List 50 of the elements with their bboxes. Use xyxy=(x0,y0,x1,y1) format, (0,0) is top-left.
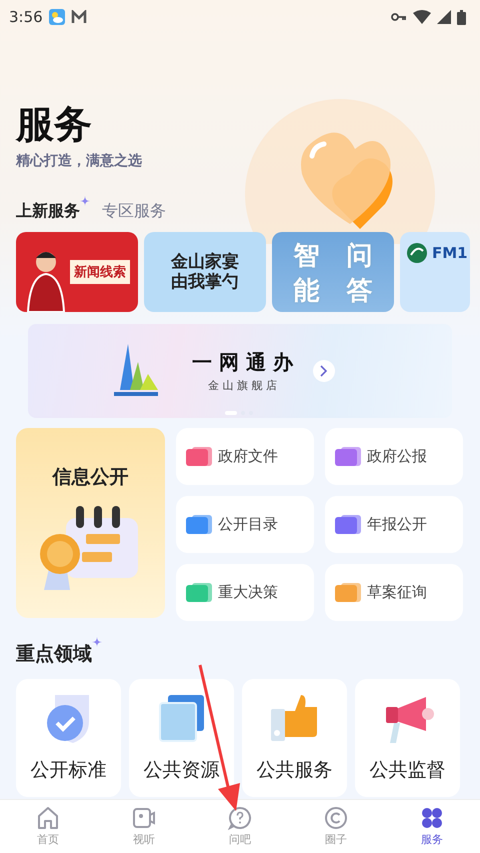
page-dots-icon xyxy=(225,411,255,416)
tile-caption: 由我掌勺 xyxy=(171,272,239,292)
key-icon xyxy=(391,12,407,22)
info-card-title: 信息公开 xyxy=(52,465,128,490)
tile-caption: 能 xyxy=(294,275,320,308)
info-item[interactable]: 政府公报 xyxy=(325,428,463,485)
radio-tile[interactable]: FM1 xyxy=(400,232,470,312)
section-tab[interactable]: 专区服务 xyxy=(102,200,166,222)
weather-icon xyxy=(48,9,65,25)
focus-card[interactable]: 公开标准 xyxy=(16,679,121,797)
tile-caption: 答 xyxy=(346,275,372,308)
info-item[interactable]: 年报公开 xyxy=(325,496,463,553)
info-item[interactable]: 公开目录 xyxy=(176,496,314,553)
page-title: 服务 xyxy=(16,104,93,146)
promo-tile[interactable]: 金山家宴 由我掌勺 xyxy=(144,232,266,312)
tile-caption: 问 xyxy=(346,240,372,273)
tile-caption: 金山家宴 xyxy=(171,252,239,272)
wifi-icon xyxy=(413,10,431,24)
tile-caption: 智 xyxy=(294,240,320,273)
page-subtitle: 精心打造，满意之选 xyxy=(16,152,143,170)
tile-caption: 新闻线索 xyxy=(70,260,130,284)
focus-card[interactable]: 公共服务 xyxy=(242,679,347,797)
circle-c-icon xyxy=(324,806,348,830)
section-tab[interactable]: 上新服务 xyxy=(16,200,80,222)
video-icon xyxy=(132,806,156,830)
info-item[interactable]: 政府文件 xyxy=(176,428,314,485)
signal-icon xyxy=(437,10,451,24)
mail-icon xyxy=(70,10,87,24)
battery-icon xyxy=(457,10,466,24)
info-item[interactable]: 草案征询 xyxy=(325,564,463,621)
four-petal-icon xyxy=(420,806,444,830)
section-title: 重点领域 xyxy=(16,642,92,667)
info-item[interactable]: 重大决策 xyxy=(176,564,314,621)
news-tile[interactable]: 新闻线索 xyxy=(16,232,138,312)
home-icon xyxy=(36,806,60,830)
tile-caption: FM1 xyxy=(432,244,468,262)
radio-logo-icon xyxy=(406,242,428,264)
question-bubble-icon xyxy=(228,806,252,830)
banner-subtitle: 金 山 旗 舰 店 xyxy=(208,378,277,393)
service-banner[interactable]: 一 网 通 办 金 山 旗 舰 店 xyxy=(28,324,452,418)
banner-title: 一 网 通 办 xyxy=(192,349,293,376)
chevron-right-icon xyxy=(320,365,328,377)
focus-card[interactable]: 公共监督 xyxy=(355,679,460,797)
sparkle-icon xyxy=(92,637,102,647)
next-button[interactable] xyxy=(312,360,335,382)
info-card[interactable]: 信息公开 xyxy=(16,428,165,618)
focus-card[interactable]: 公共资源 xyxy=(129,679,234,797)
status-time: 3:56 xyxy=(9,8,43,26)
sparkle-icon xyxy=(80,196,90,206)
nav-tab[interactable]: 服务 xyxy=(384,800,480,853)
